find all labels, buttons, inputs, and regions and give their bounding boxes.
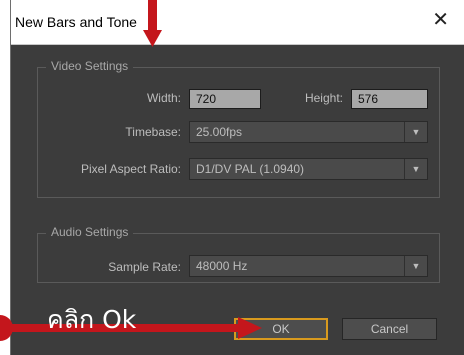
sample-rate-select[interactable]: 48000 Hz ▼	[189, 255, 428, 277]
sample-rate-value: 48000 Hz	[196, 259, 248, 273]
chevron-down-icon[interactable]: ▼	[404, 159, 427, 179]
ok-button[interactable]: OK	[234, 318, 328, 340]
chevron-down-icon[interactable]: ▼	[404, 122, 427, 142]
width-label: Width:	[146, 91, 181, 105]
height-label: Height:	[304, 91, 343, 105]
cancel-button[interactable]: Cancel	[342, 318, 437, 340]
sample-rate-label: Sample Rate:	[108, 260, 181, 274]
width-field[interactable]: 720	[189, 89, 261, 109]
pixel-aspect-ratio-label: Pixel Aspect Ratio:	[80, 162, 181, 176]
close-icon[interactable]: ✕	[432, 10, 449, 30]
pixel-aspect-ratio-select[interactable]: D1/DV PAL (1.0940) ▼	[189, 158, 428, 180]
pixel-aspect-ratio-value: D1/DV PAL (1.0940)	[196, 162, 305, 176]
video-settings-legend: Video Settings	[46, 59, 134, 73]
timebase-label: Timebase:	[125, 125, 181, 139]
dialog-title: New Bars and Tone	[15, 14, 137, 30]
timebase-select[interactable]: 25.00fps ▼	[189, 121, 428, 143]
timebase-value: 25.00fps	[196, 125, 243, 139]
title-bar: New Bars and Tone ✕	[11, 0, 464, 45]
height-field[interactable]: 576	[351, 89, 428, 109]
annotation-click-ok-text: คลิก Ok	[47, 305, 137, 334]
chevron-down-icon[interactable]: ▼	[404, 256, 427, 276]
audio-settings-legend: Audio Settings	[46, 225, 134, 239]
